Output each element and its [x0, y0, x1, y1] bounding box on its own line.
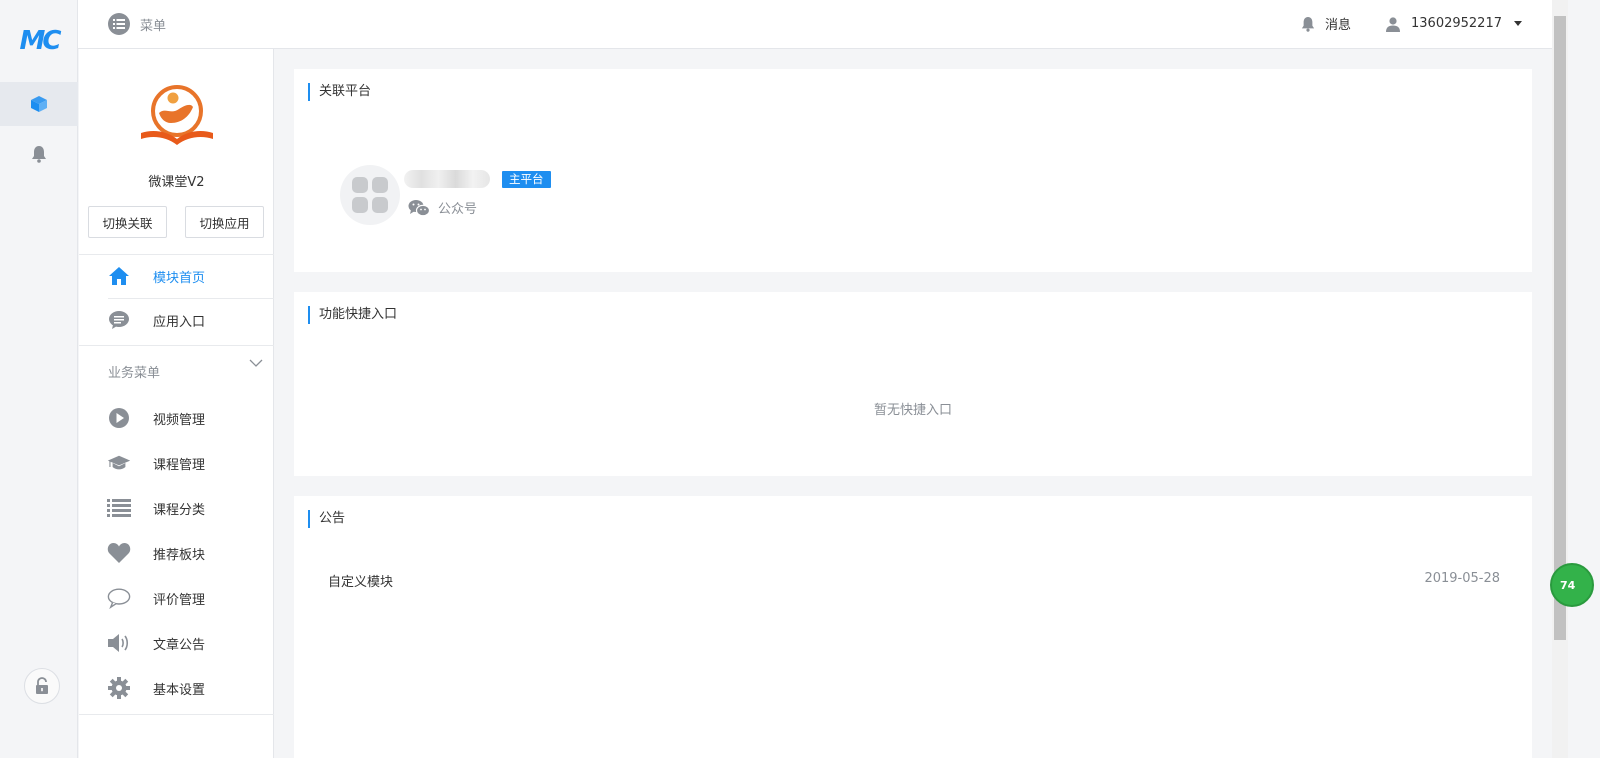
messages-link[interactable]: 消息	[1301, 14, 1351, 33]
sidebar-item-module-home[interactable]: 模块首页	[79, 254, 274, 298]
messages-label: 消息	[1325, 18, 1352, 33]
chevron-down-icon	[1514, 21, 1522, 26]
switch-link-button[interactable]: 切换关联	[88, 206, 167, 238]
linked-platform-title: 关联平台	[308, 83, 371, 101]
sidebar-item-course-management[interactable]: 课程管理	[79, 441, 274, 485]
scrollbar-thumb[interactable]	[1554, 16, 1566, 640]
account-avatar[interactable]	[340, 165, 400, 225]
switch-app-button[interactable]: 切换应用	[185, 206, 264, 238]
apps-grid-icon	[352, 177, 388, 213]
app-logo	[141, 85, 213, 145]
comment-icon	[107, 588, 131, 609]
graduation-cap-icon	[107, 455, 131, 470]
main-platform-badge: 主平台	[502, 171, 551, 188]
floating-widget-text: 74	[1560, 578, 1576, 592]
account-type: 公众号	[408, 198, 477, 217]
user-icon	[1386, 16, 1401, 32]
sidebar-item-label: 课程管理	[153, 457, 206, 473]
icon-rail: MC	[0, 0, 78, 758]
top-header: 菜单 消息 13602952217	[78, 0, 1552, 49]
sidebar-item-review-management[interactable]: 评价管理	[79, 576, 274, 620]
chat-bubble-icon	[109, 311, 129, 329]
cube-icon	[31, 96, 47, 112]
sidebar-item-label: 视频管理	[153, 412, 206, 428]
wechat-icon	[408, 199, 430, 216]
quick-entry-empty-text: 暂无快捷入口	[873, 403, 952, 418]
rail-item-notifications[interactable]	[0, 132, 78, 176]
sidebar-item-label: 推荐板块	[153, 547, 206, 563]
divider	[79, 345, 274, 346]
sidebar-item-label: 应用入口	[153, 314, 206, 330]
account-type-label: 公众号	[438, 202, 478, 217]
linked-platform-card: 关联平台 主平台 公众号	[294, 69, 1532, 272]
brand-logo[interactable]: MC	[0, 0, 78, 82]
brand-logo-text: MC	[19, 26, 62, 56]
vertical-scrollbar[interactable]	[1552, 0, 1568, 758]
lock-icon	[36, 677, 48, 694]
heart-icon	[107, 543, 131, 563]
divider	[79, 714, 274, 715]
notice-title: 公告	[308, 510, 345, 528]
quick-entry-title: 功能快捷入口	[308, 306, 397, 324]
chevron-down-icon[interactable]	[249, 359, 263, 368]
sidebar-item-recommend-section[interactable]: 推荐板块	[79, 531, 274, 575]
notice-item-date: 2019-05-28	[1424, 571, 1500, 586]
gear-icon	[108, 677, 130, 699]
sidebar-item-video-management[interactable]: 视频管理	[79, 396, 274, 440]
sidebar-item-label: 模块首页	[153, 270, 206, 286]
account-name-redacted	[404, 170, 490, 188]
list-icon	[107, 499, 131, 517]
user-phone: 13602952217	[1411, 16, 1502, 31]
business-menu-title: 业务菜单	[108, 366, 161, 381]
notice-item-title: 自定义模块	[328, 575, 394, 590]
sidebar-item-app-entry[interactable]: 应用入口	[79, 298, 274, 342]
quick-entry-card: 功能快捷入口 暂无快捷入口	[294, 292, 1532, 476]
bell-icon	[1301, 16, 1315, 32]
menu-icon	[108, 13, 130, 35]
play-circle-icon	[109, 408, 129, 428]
sidebar-item-article-notice[interactable]: 文章公告	[79, 621, 274, 665]
list-item[interactable]: 自定义模块 2019-05-28	[328, 571, 1500, 590]
home-icon	[109, 267, 129, 285]
bell-icon	[32, 146, 46, 163]
sidebar-item-label: 基本设置	[153, 682, 206, 698]
speaker-icon	[108, 634, 129, 652]
sidebar-item-label: 课程分类	[153, 502, 206, 518]
sidebar-item-label: 文章公告	[153, 637, 206, 653]
rail-item-modules[interactable]	[0, 82, 78, 126]
sidebar-item-basic-settings[interactable]: 基本设置	[79, 666, 274, 710]
notice-card: 公告 自定义模块 2019-05-28	[294, 496, 1532, 758]
menu-label: 菜单	[140, 18, 167, 34]
lock-button[interactable]	[24, 668, 60, 704]
menu-toggle[interactable]: 菜单	[108, 13, 166, 35]
floating-widget[interactable]: 74	[1550, 563, 1594, 607]
sidebar-item-label: 评价管理	[153, 592, 206, 608]
user-menu[interactable]: 13602952217	[1385, 16, 1522, 32]
app-name: 微课堂V2	[148, 175, 205, 190]
sidebar-item-course-category[interactable]: 课程分类	[79, 486, 274, 530]
module-sidebar: 微课堂V2 切换关联 切换应用 模块首页 应用入口 业务菜单 视频管理 课程管理…	[79, 49, 274, 758]
